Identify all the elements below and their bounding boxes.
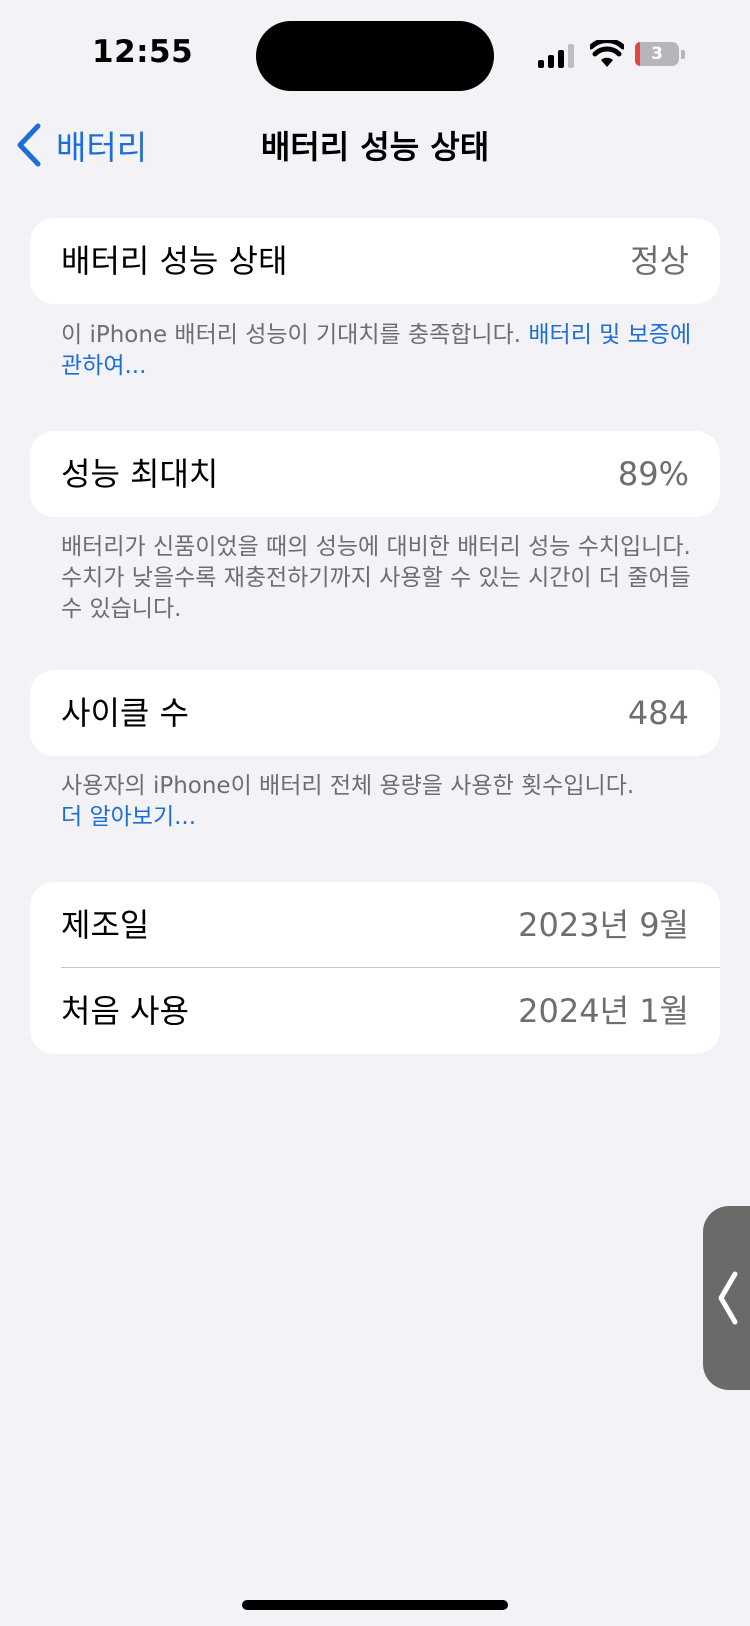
cycle-count-footnote: 사용자의 iPhone이 배터리 전체 용량을 사용한 횟수입니다. 더 알아보… xyxy=(61,771,701,833)
battery-health-row: 배터리 성능 상태 정상 xyxy=(30,218,720,304)
battery-health-footnote: 이 iPhone 배터리 성능이 기대치를 충족합니다. 배터리 및 보증에 관… xyxy=(61,320,701,382)
battery-health-label: 배터리 성능 상태 xyxy=(61,242,288,280)
manufacture-date-row: 제조일 2023년 9월 xyxy=(30,882,720,968)
maximum-capacity-value: 89% xyxy=(617,455,689,493)
cycle-count-value: 484 xyxy=(627,694,689,732)
battery-health-footnote-text: 이 iPhone 배터리 성능이 기대치를 충족합니다. xyxy=(61,322,529,348)
manufacture-date-value: 2023년 9월 xyxy=(518,906,689,944)
cycle-count-footnote-text: 사용자의 iPhone이 배터리 전체 용량을 사용한 횟수입니다. xyxy=(61,773,635,799)
battery-level: 3 xyxy=(651,44,663,64)
first-use-label: 처음 사용 xyxy=(61,992,189,1030)
dates-card: 제조일 2023년 9월 처음 사용 2024년 1월 xyxy=(30,882,720,1054)
dynamic-island xyxy=(256,21,494,91)
wifi-icon xyxy=(590,40,624,67)
maximum-capacity-row: 성능 최대치 89% xyxy=(30,431,720,517)
cycle-count-row: 사이클 수 484 xyxy=(30,670,720,756)
battery-health-value: 정상 xyxy=(630,242,689,280)
manufacture-date-label: 제조일 xyxy=(61,906,150,944)
cellular-signal-icon xyxy=(538,44,574,68)
first-use-row: 처음 사용 2024년 1월 xyxy=(30,968,720,1054)
first-use-value: 2024년 1월 xyxy=(518,992,689,1030)
maximum-capacity-footnote: 배터리가 신품이었을 때의 성능에 대비한 배터리 성능 수치입니다. 수치가 … xyxy=(61,534,691,622)
side-overlay-handle[interactable] xyxy=(703,1206,750,1390)
chevron-left-icon xyxy=(718,1271,738,1325)
page-title: 배터리 성능 상태 xyxy=(260,128,490,166)
learn-more-link[interactable]: 더 알아보기... xyxy=(61,804,196,830)
navigation-bar: 배터리 배터리 성능 상태 xyxy=(0,110,750,180)
status-bar: 12:55 3 xyxy=(0,0,750,110)
battery-icon: 3 xyxy=(635,42,687,68)
home-indicator[interactable] xyxy=(242,1600,508,1610)
status-time: 12:55 xyxy=(92,34,194,70)
cycle-count-label: 사이클 수 xyxy=(61,694,189,732)
maximum-capacity-card: 성능 최대치 89% xyxy=(30,431,720,517)
battery-health-card: 배터리 성능 상태 정상 xyxy=(30,218,720,304)
cycle-count-card: 사이클 수 484 xyxy=(30,670,720,756)
maximum-capacity-label: 성능 최대치 xyxy=(61,455,219,493)
